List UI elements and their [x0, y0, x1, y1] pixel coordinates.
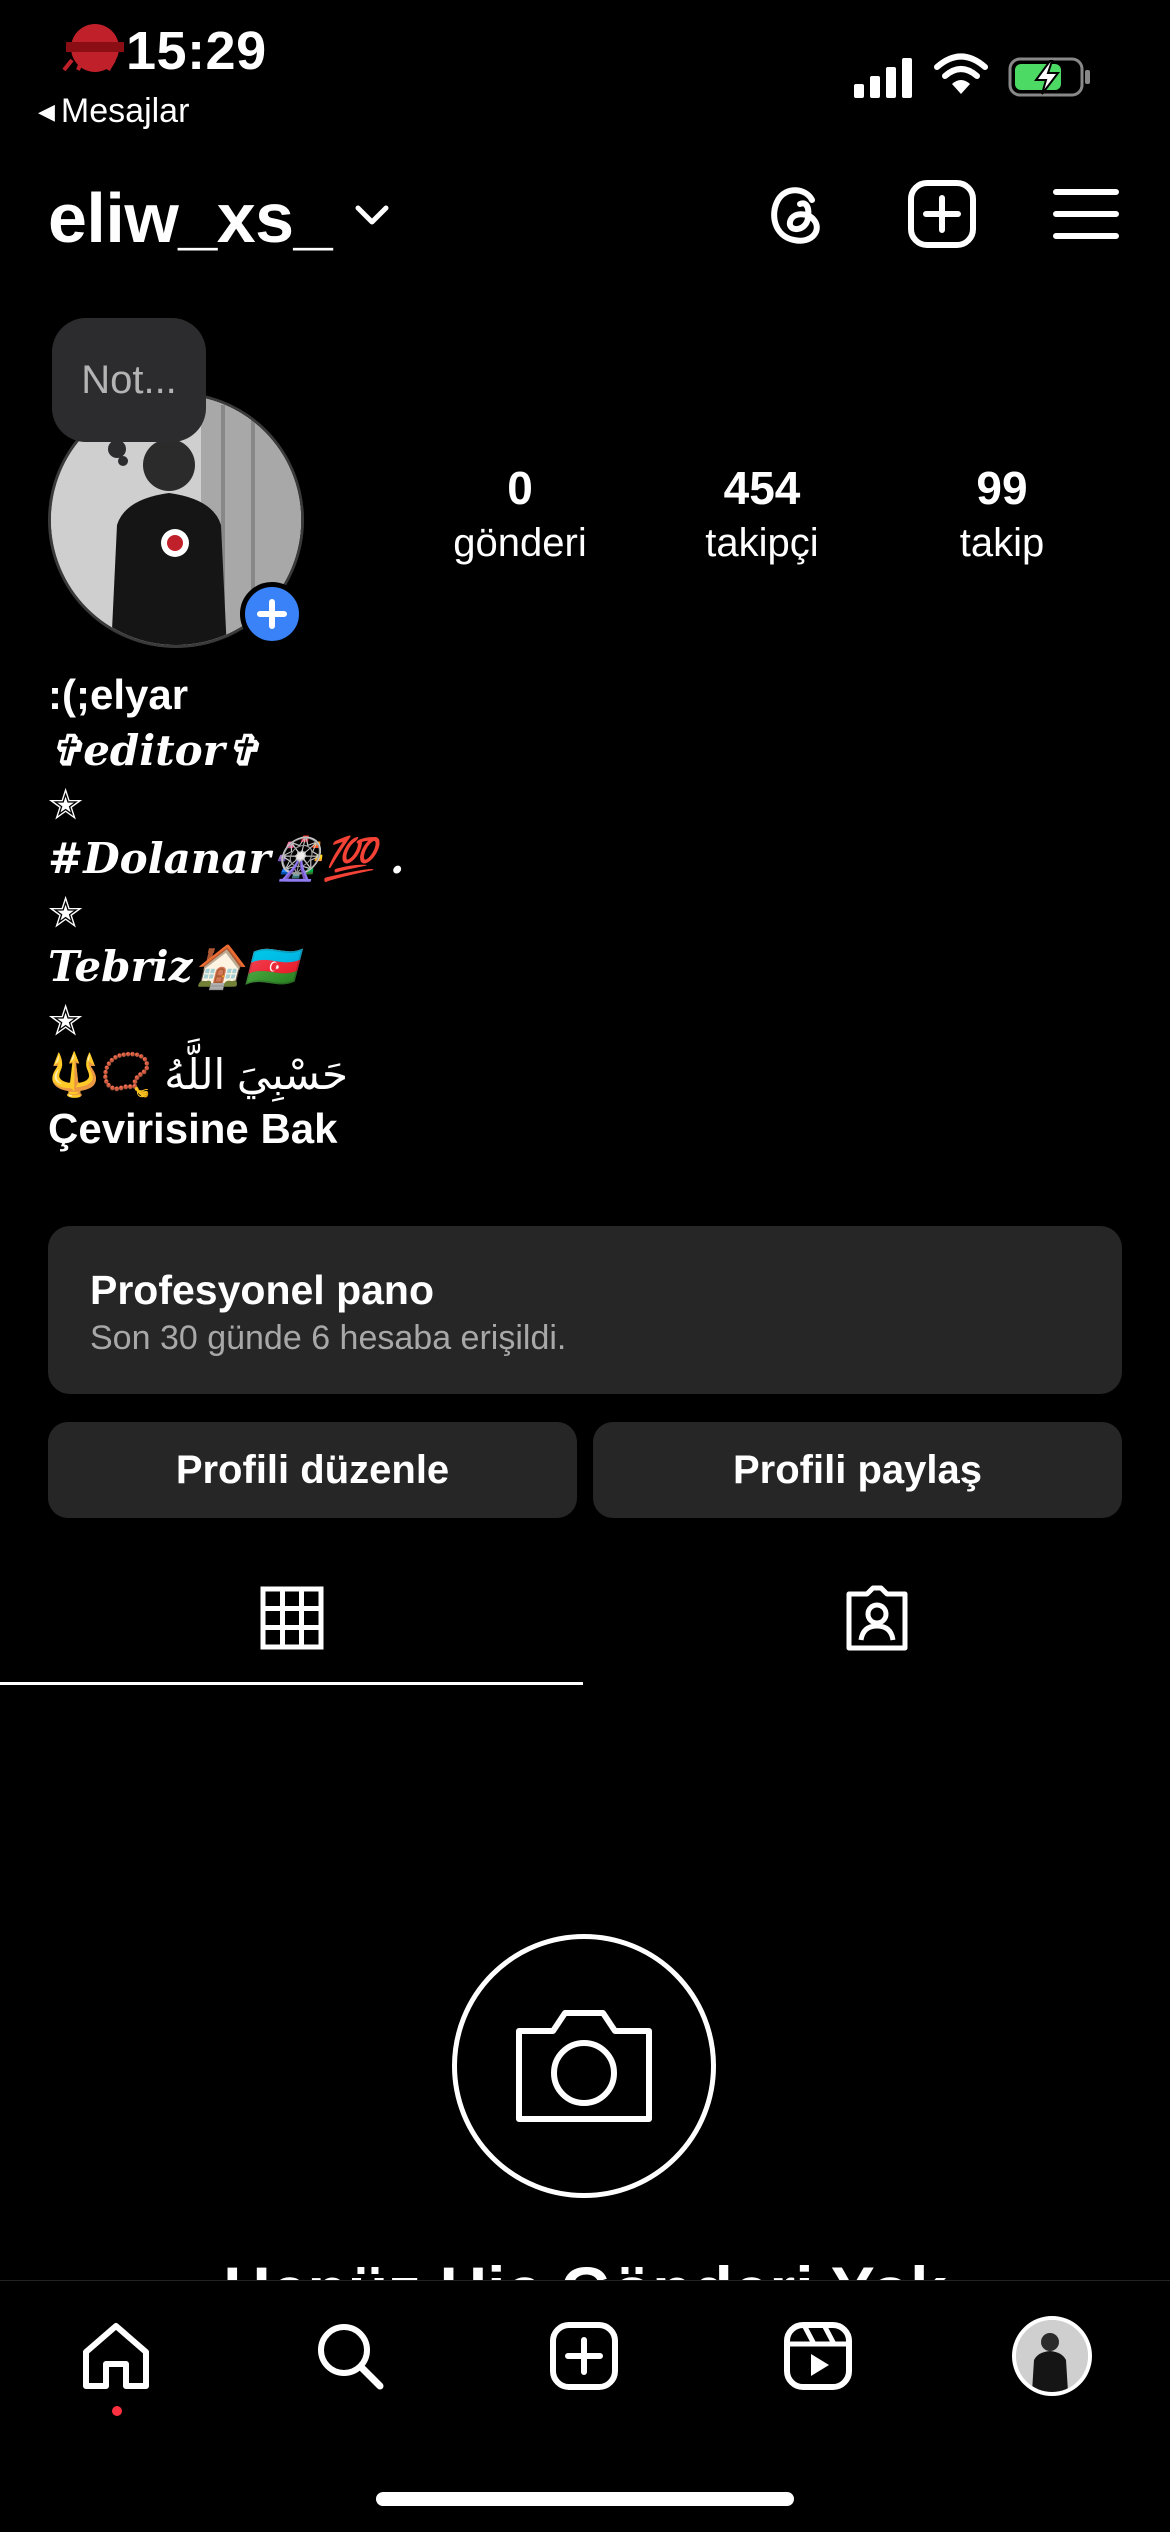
home-icon[interactable]: [80, 2320, 152, 2392]
chevron-down-icon[interactable]: [352, 196, 392, 236]
profile-username[interactable]: eliw_xs_: [48, 178, 333, 258]
see-translation-link[interactable]: Çevirisine Bak: [48, 1102, 748, 1156]
stat-label: gönderi: [453, 521, 587, 565]
search-icon[interactable]: [314, 2320, 386, 2392]
bio-line: ✭: [48, 781, 84, 828]
followers-count[interactable]: 454 takipçi: [652, 458, 872, 568]
create-plus-icon[interactable]: [906, 178, 978, 250]
profile-tab-avatar[interactable]: [1012, 2316, 1092, 2396]
menu-icon[interactable]: [1050, 178, 1122, 250]
note-bubble-tail-small: [118, 456, 128, 466]
plus-icon: [257, 599, 287, 629]
app-logo-badge: [62, 22, 128, 78]
bio-line: ✭: [48, 889, 84, 936]
notification-dot: [112, 2406, 122, 2416]
profile-bio: :(;elyar ✞editor✞ ✭ #Dolanar🎡💯 . ✭ Tebri…: [48, 666, 748, 1156]
camera-icon: [516, 2010, 652, 2122]
dashboard-subtitle: Son 30 günde 6 hesaba erişildi.: [90, 1319, 567, 1357]
following-count[interactable]: 99 takip: [892, 458, 1112, 568]
dashboard-title: Profesyonel pano: [90, 1267, 435, 1313]
note-bubble[interactable]: Not...: [52, 318, 206, 442]
back-arrow-icon: ◀: [38, 98, 55, 124]
bio-line: ✭: [48, 997, 84, 1044]
share-profile-button[interactable]: Profili paylaş: [593, 1422, 1122, 1518]
back-to-messages-link[interactable]: ◀ Mesajlar: [38, 92, 189, 131]
stat-value: 0: [507, 462, 533, 514]
status-time: 15:29: [126, 21, 267, 81]
bio-hashtag[interactable]: #Dolanar🎡💯 .: [48, 832, 748, 886]
grid-icon[interactable]: [258, 1584, 326, 1652]
threads-icon[interactable]: [762, 178, 834, 250]
bio-line: ✞editor✞: [48, 726, 260, 775]
create-icon[interactable]: [548, 2320, 620, 2392]
add-story-button[interactable]: [240, 582, 304, 646]
posts-count: 0 gönderi: [410, 458, 630, 568]
battery-charging-icon: [1008, 56, 1092, 98]
stat-label: takipçi: [705, 521, 819, 565]
stat-value: 454: [723, 462, 801, 514]
home-indicator: [376, 2492, 794, 2506]
empty-state-camera: [452, 1934, 716, 2198]
back-label: Mesajlar: [60, 92, 190, 130]
professional-dashboard-card[interactable]: Profesyonel pano Son 30 günde 6 hesaba e…: [48, 1226, 1122, 1394]
reels-icon[interactable]: [782, 2320, 854, 2392]
stat-label: takip: [959, 521, 1045, 565]
active-tab-indicator: [0, 1682, 583, 1685]
bio-line: 🔱📿 حَسْبِيَ اللَّهُ: [48, 1051, 348, 1098]
wifi-icon: [934, 52, 988, 96]
bio-line: Tebriz🏠🇦🇿: [48, 942, 298, 991]
tagged-icon[interactable]: [843, 1584, 911, 1652]
edit-profile-button[interactable]: Profili düzenle: [48, 1422, 577, 1518]
cellular-signal-icon: [854, 58, 914, 98]
display-name: :(;elyar: [48, 671, 189, 718]
stat-value: 99: [976, 462, 1028, 514]
